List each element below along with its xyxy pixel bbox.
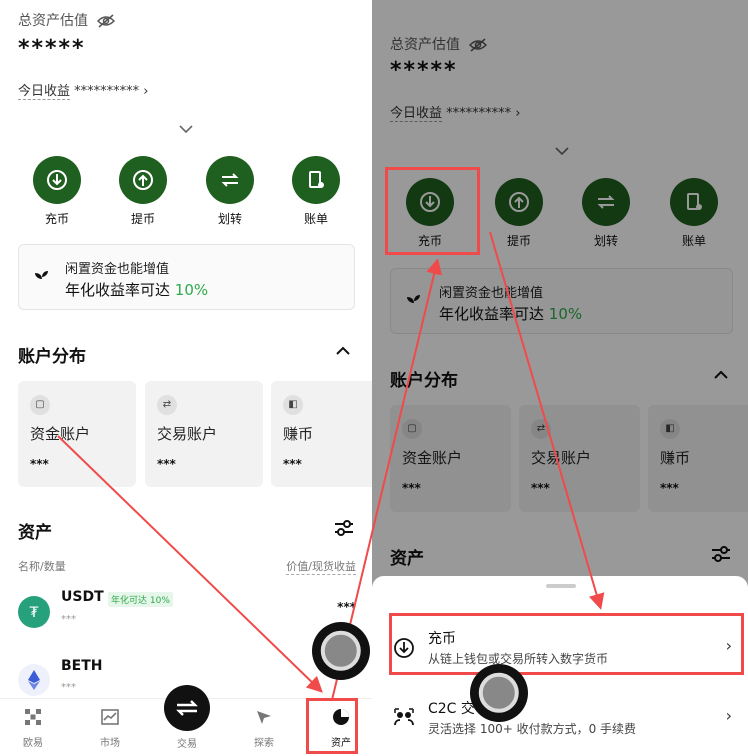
promo-line2: 年化收益率可达: [65, 281, 171, 299]
svg-text:₮: ₮: [30, 605, 39, 621]
today-earnings-value: **********: [74, 84, 140, 99]
nav-label: 市场: [100, 738, 120, 749]
compass-icon: [257, 711, 271, 724]
nav-okx[interactable]: 欧易: [8, 707, 58, 749]
plant-icon: [35, 271, 48, 287]
nav-label: 欧易: [23, 738, 43, 749]
bill-icon: [309, 171, 324, 188]
bill-label: 账单: [303, 212, 328, 226]
touch-indicator: [312, 622, 370, 680]
chevron-down-icon[interactable]: [178, 124, 194, 134]
withdraw-button[interactable]: 提币: [113, 156, 173, 227]
transfer-label: 划转: [217, 212, 242, 226]
earn-promo-banner[interactable]: 闲置资金也能增值 年化收益率可达 10%: [18, 244, 355, 310]
beth-coin-icon: [18, 664, 50, 696]
total-assets-value: *****: [18, 36, 86, 61]
swap-icon: [176, 700, 198, 716]
funding-account-card[interactable]: ▢ 资金账户 ***: [18, 381, 136, 487]
withdraw-label: 提币: [130, 212, 155, 226]
transfer-icon: [221, 173, 239, 187]
column-value-pnl[interactable]: 价值/现货收益: [286, 558, 356, 575]
transfer-button[interactable]: 划转: [200, 156, 260, 227]
withdraw-icon: [133, 170, 153, 190]
coin-name: BETH: [61, 658, 103, 674]
coin-amount: ***: [61, 682, 76, 693]
nav-explore[interactable]: 探索: [239, 707, 289, 749]
account-value: ***: [157, 457, 176, 471]
c2c-users-icon: [394, 708, 414, 726]
highlight-onchain-option: [389, 613, 744, 675]
option-title: C2C 交: [428, 701, 475, 717]
coin-name: USDT: [61, 589, 104, 605]
accounts-title: 账户分布: [18, 347, 86, 367]
filter-icon[interactable]: [333, 518, 355, 538]
bill-button[interactable]: 账单: [286, 156, 346, 227]
trading-account-card[interactable]: ⇄ 交易账户 ***: [145, 381, 263, 487]
coin-value: ***: [337, 600, 356, 614]
coin-apy-badge: 年化可达 10%: [108, 592, 173, 607]
nav-trade-label: 交易: [177, 739, 197, 750]
nav-market[interactable]: 市场: [85, 707, 135, 749]
trade-button[interactable]: [164, 685, 210, 731]
earn-account-card[interactable]: ◧ 赚币 ***: [271, 381, 372, 487]
okx-logo-icon: [25, 709, 41, 725]
account-name: 赚币: [283, 425, 314, 443]
deposit-icon: [47, 170, 67, 190]
chevron-right-icon: ›: [143, 84, 149, 99]
promo-line1: 闲置资金也能增值: [65, 262, 170, 277]
market-chart-icon: [101, 709, 119, 725]
account-name: 交易账户: [157, 425, 218, 443]
touch-indicator: [470, 664, 528, 722]
eye-hidden-icon[interactable]: [97, 13, 116, 28]
account-value: ***: [30, 457, 49, 471]
exchange-icon: ⇄: [157, 395, 177, 415]
column-name-amount: 名称/数量: [18, 560, 66, 573]
sheet-handle[interactable]: [546, 584, 576, 588]
deposit-button[interactable]: 充币: [27, 156, 87, 227]
chevron-right-icon: ›: [725, 706, 732, 725]
chevron-up-icon[interactable]: [336, 346, 350, 356]
usdt-coin-icon: ₮: [18, 596, 50, 628]
deposit-label: 充币: [44, 212, 69, 226]
total-assets-label: 总资产估值: [18, 13, 88, 29]
coin-amount: ***: [61, 614, 76, 625]
nav-label: 探索: [254, 738, 274, 749]
earn-icon: ◧: [283, 395, 303, 415]
account-value: ***: [283, 457, 302, 471]
highlight-deposit-button: [385, 167, 480, 255]
today-earnings-row[interactable]: 今日收益 ********** ›: [18, 80, 149, 100]
option-desc: 灵活选择 100+ 收付款方式，0 手续费: [428, 722, 637, 736]
highlight-assets-tab: [306, 698, 358, 754]
c2c-option[interactable]: C2C 交 灵活选择 100+ 收付款方式，0 手续费 ›: [390, 686, 748, 756]
total-assets-row: 总资产估值: [18, 10, 116, 30]
today-earnings-label: 今日收益: [18, 84, 71, 100]
promo-rate: 10%: [174, 281, 209, 299]
wallet-icon: ▢: [30, 395, 50, 415]
assets-title: 资产: [18, 523, 52, 543]
account-name: 资金账户: [30, 425, 91, 443]
